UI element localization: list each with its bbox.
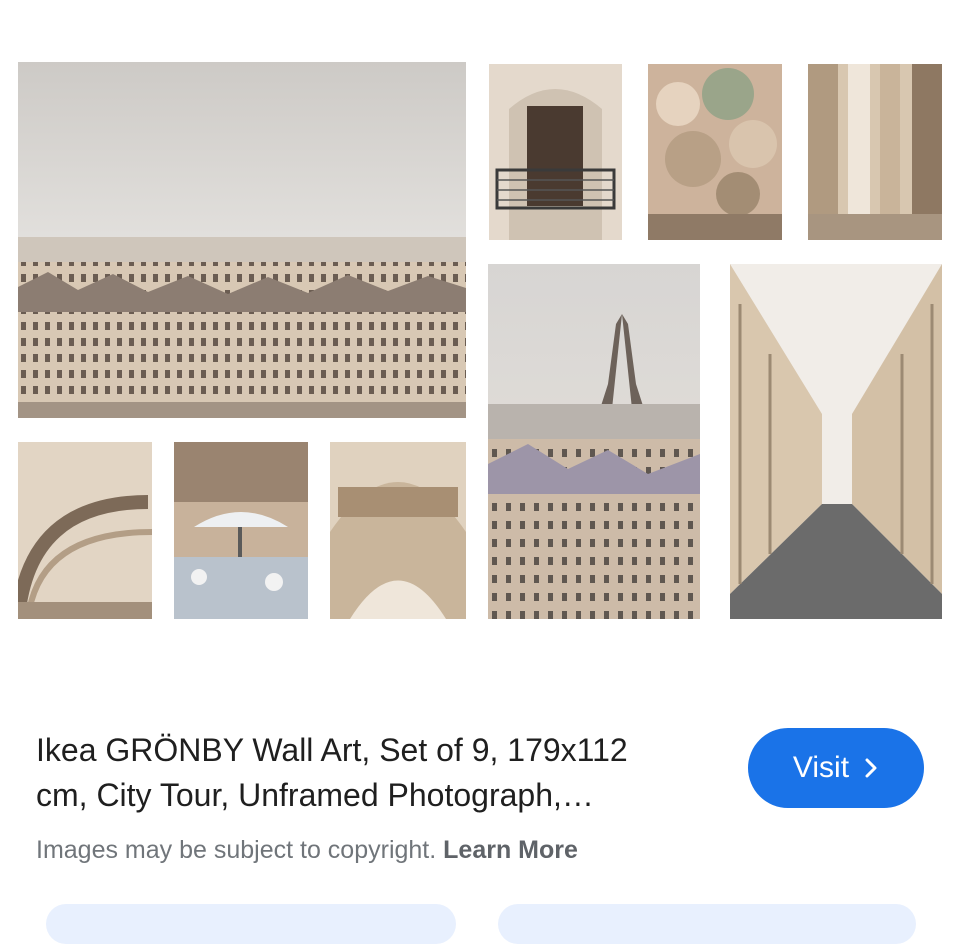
- visit-button[interactable]: Visit: [748, 728, 924, 808]
- visit-button-label: Visit: [792, 751, 850, 784]
- paris-rooftops-panorama-photo: [18, 62, 466, 418]
- spiral-staircase-photo: [18, 442, 152, 619]
- flower-shop-photo: [648, 64, 782, 240]
- cafe-terrace-photo: [174, 442, 308, 619]
- result-title-line-2: cm, City Tour, Unframed Photograph,…: [36, 777, 594, 813]
- copyright-text: Images may be subject to copyright.: [36, 836, 437, 864]
- arch-detail-photo: [330, 442, 466, 619]
- eiffel-tower-photo: [488, 264, 700, 619]
- curtain-hallway-photo: [808, 64, 942, 240]
- action-chip-left[interactable]: [46, 904, 456, 944]
- action-chip-right[interactable]: [498, 904, 916, 944]
- result-title[interactable]: Ikea GRÖNBY Wall Art, Set of 9, 179x112 …: [36, 728, 726, 818]
- chevron-right-icon: [865, 758, 877, 778]
- result-title-line-1: Ikea GRÖNBY Wall Art, Set of 9, 179x112: [36, 732, 628, 768]
- learn-more-link[interactable]: Learn More: [443, 836, 578, 864]
- doorway-balcony-photo: [489, 64, 622, 240]
- paris-street-photo: [730, 264, 942, 619]
- copyright-notice: Images may be subject to copyright. Lear…: [36, 836, 578, 865]
